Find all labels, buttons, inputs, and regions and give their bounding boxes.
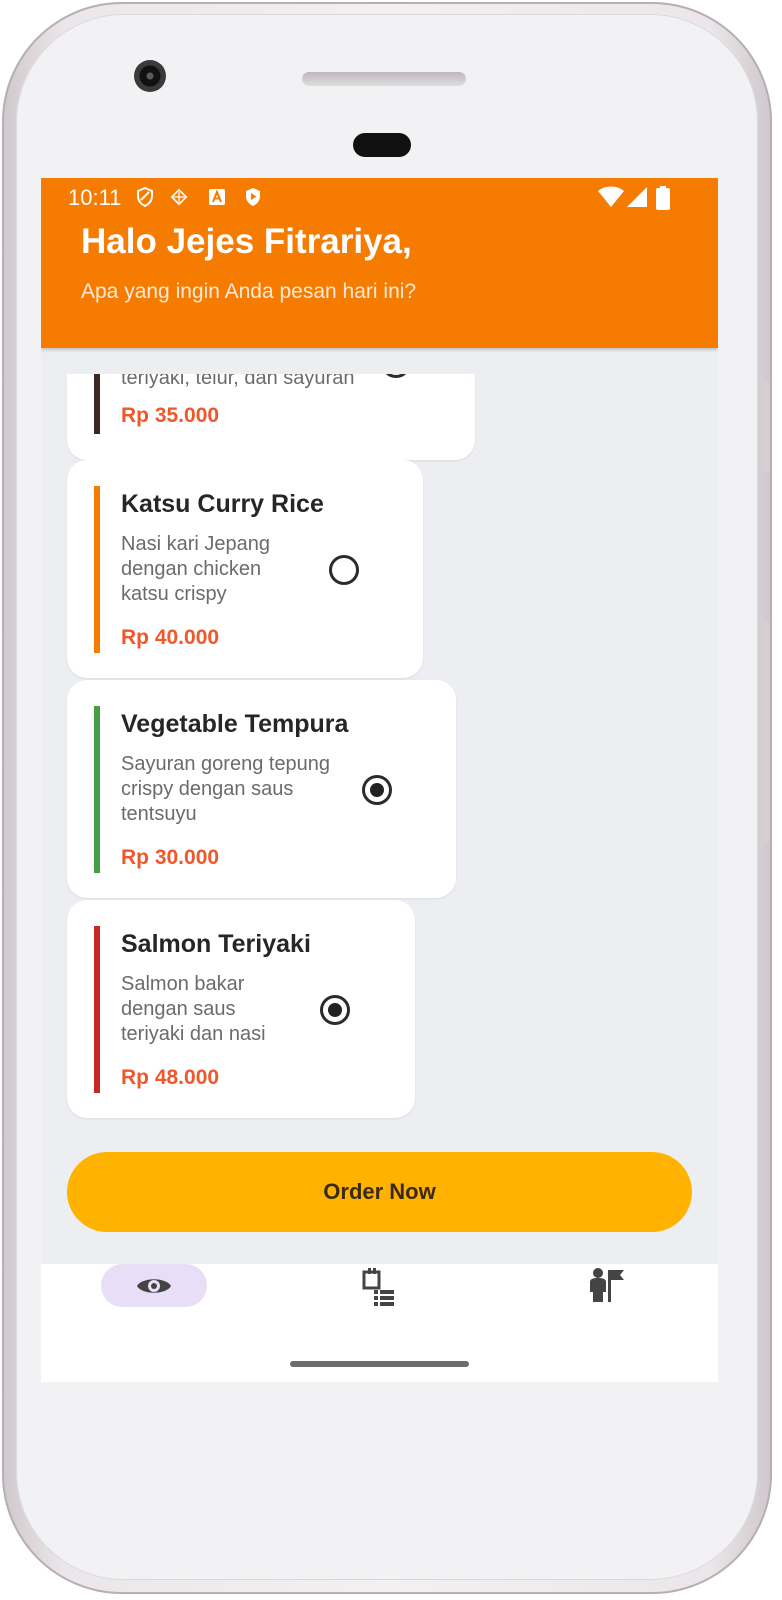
menu-item-name: Vegetable Tempura: [121, 710, 349, 738]
menu-card[interactable]: Katsu Curry Rice Nasi kari Jepang dengan…: [67, 460, 423, 678]
menu-item-price: Rp 40.000: [121, 626, 220, 649]
menu-item-price: Rp 48.000: [121, 1066, 220, 1089]
wifi-icon: [598, 186, 624, 207]
a-badge-icon: [209, 189, 225, 205]
status-bar: 10:11: [41, 178, 718, 216]
greeting-subtitle: Apa yang ingin Anda pesan hari ini?: [81, 280, 417, 303]
order-list-icon: [362, 1268, 394, 1306]
greeting-title: Halo Jejes Fitrariya,: [81, 222, 412, 261]
nav-item-orders[interactable]: [267, 1264, 493, 1320]
menu-item-price: Rp 30.000: [121, 846, 220, 869]
menu-item-radio-selected[interactable]: [362, 775, 392, 805]
status-time: 10:11: [68, 185, 122, 210]
home-indicator[interactable]: [290, 1361, 469, 1367]
menu-item-name: Katsu Curry Rice: [121, 490, 324, 518]
app-header: 10:11 Halo Jejes Fitrariya, Apa yang ing…: [41, 178, 718, 348]
nav-item-browse[interactable]: [41, 1264, 267, 1320]
power-button: [762, 622, 770, 842]
nav-item-profile[interactable]: [493, 1264, 718, 1320]
menu-item-description: Salmon bakar dengan saus teriyaki dan na…: [121, 973, 266, 1045]
card-accent-bar: [94, 486, 100, 653]
app-screen: 10:11 Halo Jejes Fitrariya, Apa yang ing…: [41, 178, 718, 1382]
menu-item-price: Rp 35.000: [121, 404, 220, 427]
card-accent-bar: [94, 926, 100, 1093]
shield-outline-icon: [137, 187, 153, 207]
proximity-sensor: [353, 133, 411, 157]
person-flag-icon: [590, 1268, 624, 1302]
battery-icon: [656, 186, 670, 210]
shield-play-icon: [246, 188, 260, 206]
front-camera: [134, 60, 166, 92]
order-now-button[interactable]: Order Now: [67, 1152, 692, 1232]
menu-card[interactable]: Salmon Teriyaki Salmon bakar dengan saus…: [67, 900, 415, 1118]
menu-item-description: teriyaki, telur, dan sayuran: [121, 374, 355, 389]
menu-card[interactable]: Vegetable Tempura Sayuran goreng tepung …: [67, 680, 456, 898]
earpiece-speaker: [302, 72, 466, 86]
eye-icon: [137, 1279, 171, 1293]
gesture-icon: [170, 188, 188, 206]
menu-item-radio-selected[interactable]: [320, 995, 350, 1025]
bottom-navigation: [41, 1264, 718, 1382]
signal-icon: [627, 187, 647, 207]
menu-list[interactable]: teriyaki, telur, dan sayuran Rp 35.000 K…: [41, 374, 718, 1136]
menu-item-description: Nasi kari Jepang dengan chicken katsu cr…: [121, 533, 270, 605]
menu-item-description: Sayuran goreng tepung crispy dengan saus…: [121, 753, 331, 825]
menu-item-radio[interactable]: [381, 374, 411, 378]
menu-item-radio[interactable]: [329, 555, 359, 585]
volume-button: [762, 382, 770, 472]
menu-item-name: Salmon Teriyaki: [121, 930, 311, 958]
menu-card[interactable]: teriyaki, telur, dan sayuran Rp 35.000: [67, 374, 475, 460]
card-accent-bar: [94, 374, 100, 434]
card-accent-bar: [94, 706, 100, 873]
